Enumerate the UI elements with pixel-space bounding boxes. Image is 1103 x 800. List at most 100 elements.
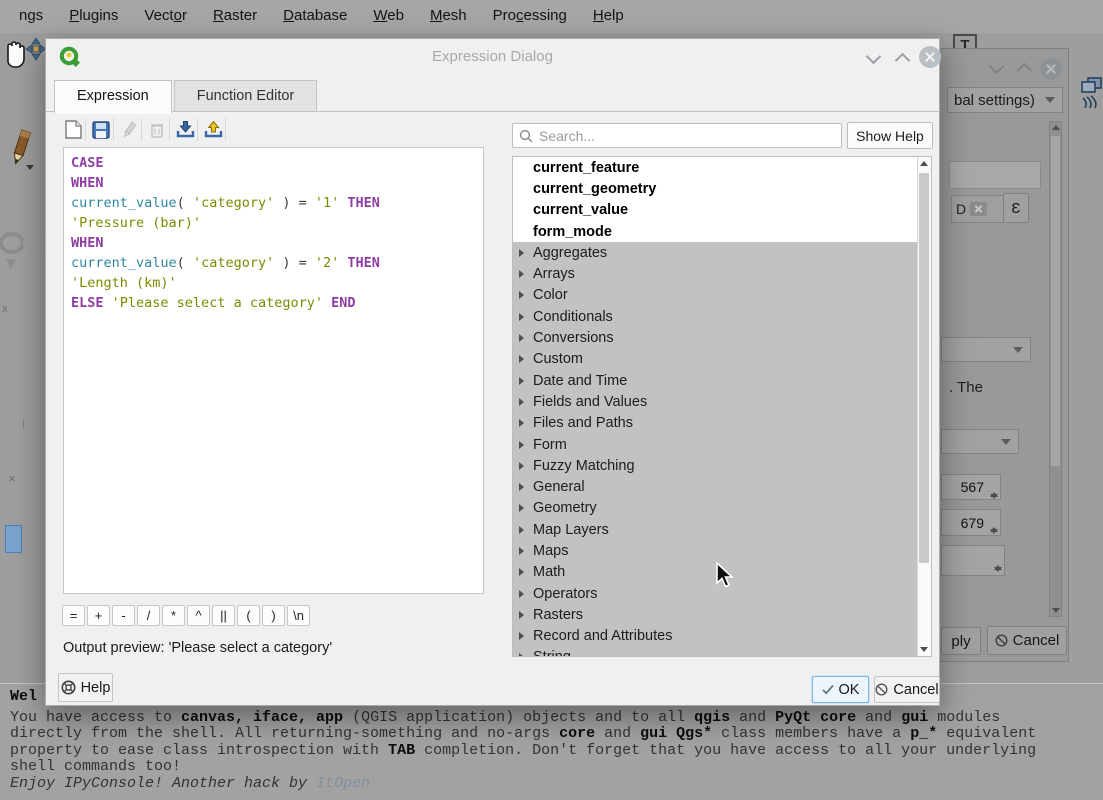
operator-button[interactable]: \n bbox=[287, 605, 310, 626]
function-group-date-and-time[interactable]: Date and Time bbox=[513, 370, 931, 391]
expander-icon[interactable] bbox=[519, 504, 524, 512]
expander-icon[interactable] bbox=[519, 355, 524, 363]
value-chip[interactable]: D bbox=[951, 195, 1007, 223]
search-input[interactable] bbox=[537, 127, 821, 145]
menu-item-plugins[interactable]: Plugins bbox=[56, 2, 131, 31]
function-group-custom[interactable]: Custom bbox=[513, 349, 931, 370]
expander-icon[interactable] bbox=[519, 653, 524, 657]
function-group-fields-and-values[interactable]: Fields and Values bbox=[513, 391, 931, 412]
expander-icon[interactable] bbox=[519, 419, 524, 427]
remove-chip-icon[interactable] bbox=[970, 202, 987, 216]
import-expressions-icon[interactable] bbox=[173, 118, 198, 141]
menu-item-database[interactable]: Database bbox=[270, 2, 360, 31]
menu-item-ngs[interactable]: ngs bbox=[6, 2, 56, 31]
close-icon[interactable] bbox=[1040, 58, 1062, 80]
active-panel-tab[interactable] bbox=[5, 525, 22, 553]
scrollbar[interactable] bbox=[1049, 121, 1062, 617]
cancel-button[interactable]: Cancel bbox=[874, 676, 940, 703]
menu-item-mesh[interactable]: Mesh bbox=[417, 2, 480, 31]
menu-item-processing[interactable]: Processing bbox=[480, 2, 580, 31]
menu-item-raster[interactable]: Raster bbox=[200, 2, 270, 31]
function-item-form_mode[interactable]: form_mode bbox=[513, 221, 931, 242]
function-list-scrollbar[interactable] bbox=[917, 157, 931, 656]
operator-button[interactable]: + bbox=[87, 605, 110, 626]
expander-icon[interactable] bbox=[519, 611, 524, 619]
tab-expression[interactable]: Expression bbox=[54, 80, 172, 114]
cancel-button-background[interactable]: Cancel bbox=[987, 626, 1067, 655]
operator-button[interactable]: = bbox=[62, 605, 85, 626]
pan-tool-icon[interactable] bbox=[2, 39, 26, 71]
help-button[interactable]: Help bbox=[58, 673, 113, 702]
function-group-map-layers[interactable]: Map Layers bbox=[513, 519, 931, 540]
settings-dropdown[interactable]: bal settings) bbox=[947, 87, 1063, 113]
expander-icon[interactable] bbox=[519, 590, 524, 598]
expander-icon[interactable] bbox=[519, 547, 524, 555]
function-group-string[interactable]: String bbox=[513, 647, 931, 657]
map-views-icon[interactable] bbox=[1080, 76, 1103, 116]
function-group-color[interactable]: Color bbox=[513, 285, 931, 306]
function-group-fuzzy-matching[interactable]: Fuzzy Matching bbox=[513, 455, 931, 476]
spinbox-y[interactable]: 679 bbox=[941, 509, 1001, 536]
combo-box-1[interactable] bbox=[941, 337, 1031, 362]
export-expressions-icon[interactable] bbox=[201, 118, 226, 141]
function-group-files-and-paths[interactable]: Files and Paths bbox=[513, 413, 931, 434]
operator-button[interactable]: - bbox=[112, 605, 135, 626]
operator-button[interactable]: ) bbox=[262, 605, 285, 626]
edit-pencil-icon[interactable] bbox=[6, 129, 38, 171]
function-group-record-and-attributes[interactable]: Record and Attributes bbox=[513, 626, 931, 647]
operator-button[interactable]: / bbox=[137, 605, 160, 626]
search-box[interactable] bbox=[512, 123, 842, 148]
function-group-aggregates[interactable]: Aggregates bbox=[513, 242, 931, 263]
expander-icon[interactable] bbox=[519, 334, 524, 342]
epsilon-button[interactable]: Ɛ bbox=[1003, 193, 1029, 223]
scrollbar-thumb[interactable] bbox=[919, 173, 929, 563]
expander-icon[interactable] bbox=[519, 249, 524, 257]
expander-icon[interactable] bbox=[519, 291, 524, 299]
menu-item-vector[interactable]: Vector bbox=[131, 2, 200, 31]
function-item-current_feature[interactable]: current_feature bbox=[513, 157, 931, 178]
function-item-current_geometry[interactable]: current_geometry bbox=[513, 178, 931, 199]
operator-button[interactable]: ^ bbox=[187, 605, 210, 626]
function-group-maps[interactable]: Maps bbox=[513, 540, 931, 561]
panel-close-x[interactable]: × bbox=[8, 471, 16, 486]
expander-icon[interactable] bbox=[519, 377, 524, 385]
expander-icon[interactable] bbox=[519, 568, 524, 576]
ok-button[interactable]: OK bbox=[812, 676, 869, 703]
expander-icon[interactable] bbox=[519, 313, 524, 321]
function-item-current_value[interactable]: current_value bbox=[513, 200, 931, 221]
apply-button[interactable]: ply bbox=[941, 627, 981, 655]
function-group-form[interactable]: Form bbox=[513, 434, 931, 455]
minimize-icon[interactable] bbox=[989, 59, 1005, 75]
chain-link-icon[interactable] bbox=[0, 229, 44, 289]
expander-icon[interactable] bbox=[519, 270, 524, 278]
text-field[interactable] bbox=[949, 161, 1041, 189]
show-help-button[interactable]: Show Help bbox=[847, 122, 933, 149]
expander-icon[interactable] bbox=[519, 462, 524, 470]
scrollbar-thumb[interactable] bbox=[1051, 136, 1060, 466]
spinbox-x[interactable]: 567 bbox=[941, 474, 1001, 500]
expander-icon[interactable] bbox=[519, 526, 524, 534]
move-icon[interactable] bbox=[26, 38, 46, 64]
expander-icon[interactable] bbox=[519, 441, 524, 449]
function-group-rasters[interactable]: Rasters bbox=[513, 604, 931, 625]
operator-button[interactable]: || bbox=[212, 605, 235, 626]
expander-icon[interactable] bbox=[519, 632, 524, 640]
maximize-icon[interactable] bbox=[1017, 63, 1033, 79]
combo-box-2[interactable] bbox=[941, 429, 1019, 454]
tab-function-editor[interactable]: Function Editor bbox=[174, 80, 318, 111]
function-group-conversions[interactable]: Conversions bbox=[513, 327, 931, 348]
spinbox-empty[interactable] bbox=[941, 545, 1005, 576]
new-expression-icon[interactable] bbox=[61, 118, 86, 141]
function-group-geometry[interactable]: Geometry bbox=[513, 498, 931, 519]
function-group-general[interactable]: General bbox=[513, 476, 931, 497]
expander-icon[interactable] bbox=[519, 398, 524, 406]
function-group-arrays[interactable]: Arrays bbox=[513, 263, 931, 284]
function-group-conditionals[interactable]: Conditionals bbox=[513, 306, 931, 327]
menu-item-web[interactable]: Web bbox=[360, 2, 417, 31]
menu-item-help[interactable]: Help bbox=[580, 2, 637, 31]
operator-button[interactable]: * bbox=[162, 605, 185, 626]
close-dialog-icon[interactable] bbox=[919, 46, 941, 68]
save-expression-icon[interactable] bbox=[89, 118, 114, 141]
expression-editor[interactable]: CASEWHENcurrent_value( 'category' ) = '1… bbox=[63, 147, 484, 594]
expander-icon[interactable] bbox=[519, 483, 524, 491]
